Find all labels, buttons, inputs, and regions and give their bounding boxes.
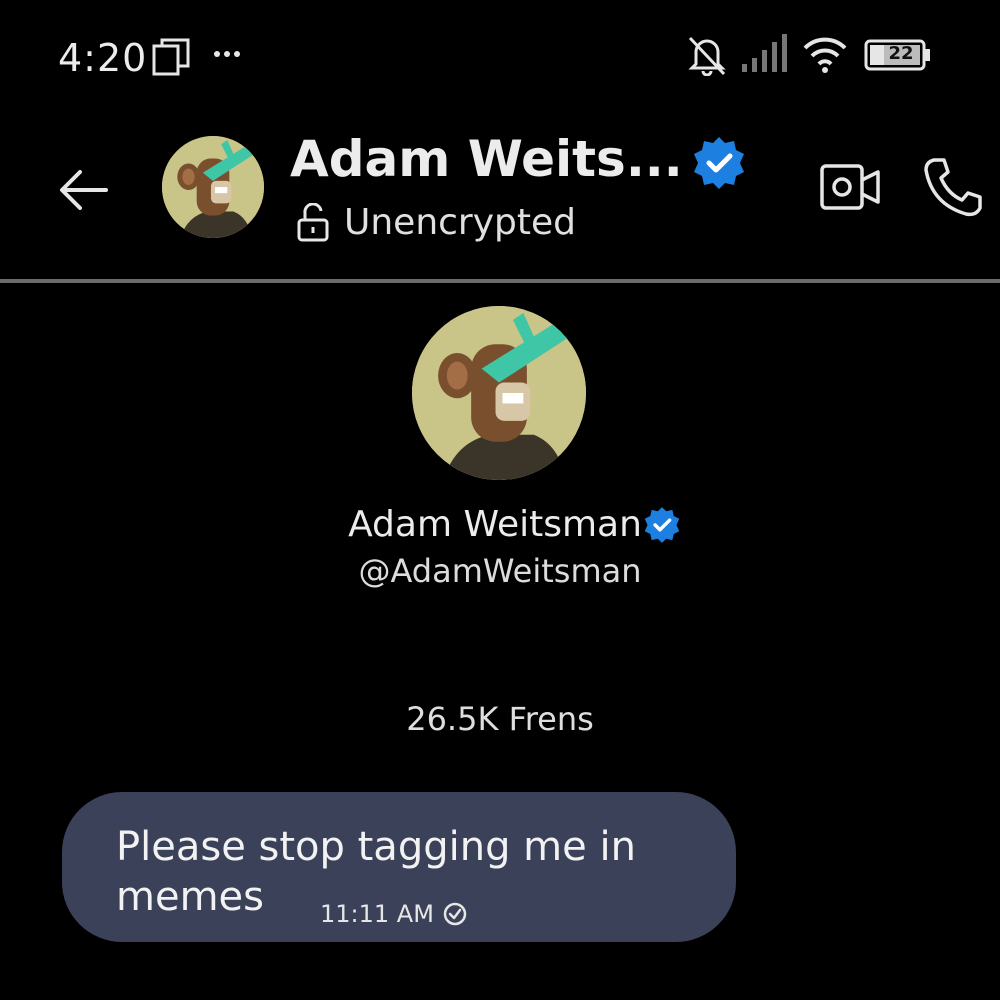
verified-badge-icon — [644, 506, 680, 543]
message-bubble[interactable]: Please stop tagging me in memes 11:11 AM — [62, 792, 736, 942]
profile-name-row: Adam Weitsman — [0, 504, 1000, 545]
battery-level: 22 — [888, 42, 914, 64]
more-dots-icon — [214, 51, 240, 57]
unlock-icon — [297, 202, 329, 241]
profile-avatar[interactable] — [412, 306, 586, 480]
chat-screen: 4:20 22 Adam Weits... Unencrypted Adam W… — [0, 0, 1000, 1000]
bell-muted-icon — [688, 36, 726, 76]
video-call-icon[interactable] — [818, 160, 882, 214]
ape-avatar-image — [162, 136, 264, 238]
back-arrow-icon[interactable] — [54, 160, 118, 220]
status-time: 4:20 — [58, 36, 148, 80]
profile-handle[interactable]: @AdamWeitsman — [0, 552, 1000, 590]
message-meta: 11:11 AM — [320, 900, 468, 928]
wifi-icon — [803, 37, 847, 73]
profile-name: Adam Weitsman — [348, 504, 642, 545]
header-divider — [0, 279, 1000, 283]
encryption-status: Unencrypted — [296, 202, 576, 243]
header-avatar[interactable] — [162, 136, 264, 238]
verified-badge-icon — [694, 137, 744, 189]
status-bar: 4:20 22 — [0, 0, 1000, 110]
phone-icon[interactable] — [922, 156, 982, 218]
profile-followers[interactable]: 26.5K Frens — [0, 700, 1000, 738]
encryption-status-text: Unencrypted — [344, 202, 576, 243]
copy-icon — [152, 38, 190, 76]
battery-icon: 22 — [864, 38, 932, 72]
chat-header: Adam Weits... Unencrypted — [0, 120, 1000, 280]
message-time: 11:11 AM — [320, 900, 434, 928]
signal-icon — [742, 34, 787, 72]
ape-avatar-image — [412, 306, 586, 480]
contact-name[interactable]: Adam Weits... — [290, 130, 683, 188]
sent-check-icon — [443, 902, 467, 926]
